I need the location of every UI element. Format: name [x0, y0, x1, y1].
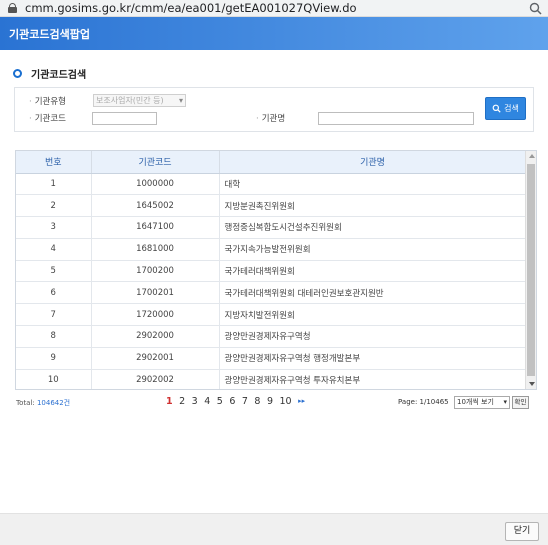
results-table: 번호 기관코드 기관명 1 1000000 대학 2 1645002 지방분권촉진위원회…: [15, 150, 537, 390]
next-pages-icon[interactable]: ▸▸: [298, 397, 305, 407]
scroll-down-icon[interactable]: [529, 382, 535, 386]
table-row[interactable]: 5 1700200 국가테러대책위원회: [16, 260, 527, 283]
page-link[interactable]: 5: [217, 396, 223, 407]
search-icon: [492, 104, 501, 113]
table-row[interactable]: 6 1700201 국가테러대책위원회 대테러인권보호관지원반: [16, 281, 527, 305]
page-link[interactable]: 6: [229, 396, 235, 407]
chevron-down-icon: ▾: [178, 96, 183, 105]
col-header-number[interactable]: 번호: [16, 151, 92, 174]
type-label: · 기관유형: [29, 97, 66, 107]
magnifier-icon[interactable]: [529, 2, 542, 15]
name-label: · 기관명: [256, 114, 286, 124]
pagination: 1 2 3 4 5 6 7 8 9 10 ▸▸: [166, 396, 312, 407]
confirm-button[interactable]: 확인: [512, 396, 529, 409]
section-heading: 기관코드검색: [13, 66, 86, 81]
table-row[interactable]: 4 1681000 국가지속가능발전위원회: [16, 238, 527, 261]
section-title: 기관코드검색: [31, 70, 87, 81]
col-header-code[interactable]: 기관코드: [91, 151, 220, 174]
table-row[interactable]: 8 2902000 광양만권경제자유구역청: [16, 325, 527, 348]
table-row[interactable]: 7 1720000 지방자치발전위원회: [16, 303, 527, 327]
address-bar[interactable]: cmm.gosims.go.kr/cmm/ea/ea001/getEA00102…: [0, 0, 548, 17]
page-link[interactable]: 8: [254, 396, 260, 407]
popup-footer: 닫기: [0, 513, 548, 545]
org-type-select[interactable]: 보조사업자(민간 등) ▾: [93, 94, 186, 107]
org-code-input[interactable]: [92, 112, 157, 125]
page-link[interactable]: 4: [204, 396, 210, 407]
circle-bullet-icon: [13, 69, 22, 78]
chevron-down-icon: ▾: [503, 398, 507, 406]
table-row[interactable]: 9 2902001 광양만권경제자유구역청 행정개발본부: [16, 347, 527, 370]
search-panel: · 기관유형 보조사업자(민간 등) ▾ · 기관코드 · 기관명 검색: [14, 87, 534, 132]
popup-title-bar: 기관코드검색팝업: [0, 17, 548, 50]
table-row[interactable]: 1 1000000 대학: [16, 173, 527, 196]
page-link[interactable]: 7: [242, 396, 248, 407]
col-header-name[interactable]: 기관명: [219, 151, 527, 174]
close-button[interactable]: 닫기: [505, 522, 539, 541]
search-button[interactable]: 검색: [485, 97, 526, 120]
page-link[interactable]: 3: [192, 396, 198, 407]
page-link[interactable]: 2: [179, 396, 185, 407]
page-link-current[interactable]: 1: [166, 396, 173, 407]
table-row[interactable]: 3 1647100 행정중심복합도시건설추진위원회: [16, 216, 527, 239]
table-row[interactable]: 2 1645002 지방분권촉진위원회: [16, 194, 527, 218]
scroll-thumb[interactable]: [527, 164, 535, 376]
org-name-input[interactable]: [318, 112, 474, 125]
table-row[interactable]: 10 2902002 광양만권경제자유구역청 투자유치본부: [16, 369, 527, 389]
table-header-row: 번호 기관코드 기관명: [16, 151, 527, 174]
page-link[interactable]: 9: [267, 396, 273, 407]
table-scrollbar[interactable]: [525, 151, 536, 389]
page-info: Page: 1/10465: [398, 398, 449, 406]
scroll-up-icon[interactable]: [529, 154, 535, 158]
code-label: · 기관코드: [29, 114, 66, 124]
per-page-select[interactable]: 10개씩 보기 ▾: [454, 396, 510, 409]
page-link[interactable]: 10: [280, 396, 292, 407]
url-text: cmm.gosims.go.kr/cmm/ea/ea001/getEA00102…: [25, 1, 357, 15]
total-count: Total: 104642건: [16, 399, 71, 407]
lock-icon: [8, 3, 17, 13]
popup-title: 기관코드검색팝업: [9, 27, 90, 41]
